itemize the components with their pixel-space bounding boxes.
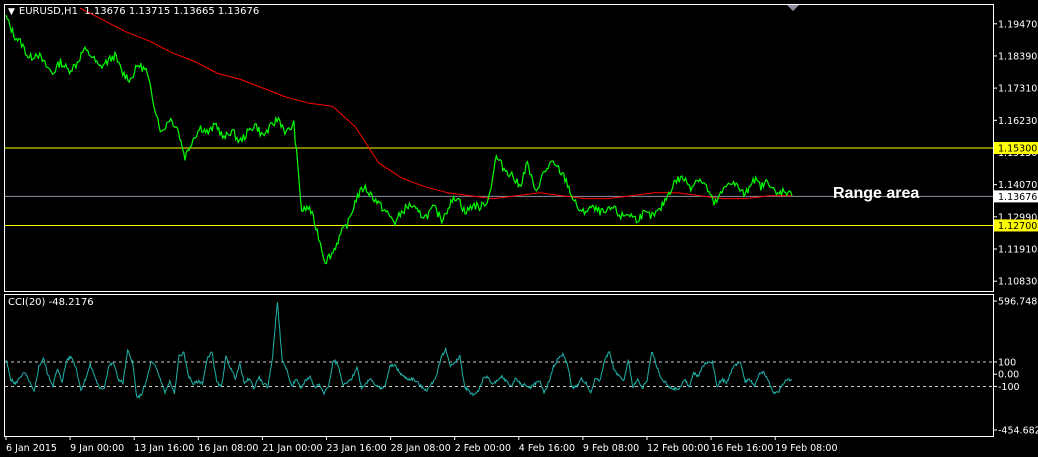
time-tick-label: 13 Jan 16:00: [134, 443, 194, 454]
symbol-info: ▼ EURUSD,H1 1.13676 1.13715 1.13665 1.136…: [8, 6, 259, 17]
cci-tick-label: -100: [998, 382, 1020, 393]
indicator-chart-frame: [4, 294, 994, 437]
price-tick-label: 1.11910: [998, 244, 1037, 255]
shift-marker-icon[interactable]: [787, 5, 799, 11]
time-tick-label: 2 Feb 00:00: [455, 443, 511, 454]
time-tick-label: 12 Feb 00:00: [647, 443, 709, 454]
time-axis: 6 Jan 2015 9 Jan 00:00 13 Jan 16:00 16 Jan …: [5, 436, 838, 454]
price-tick-label: 1.16230: [998, 116, 1037, 127]
cci-tick-label: -454.6828: [998, 426, 1038, 437]
time-tick-label: 23 Jan 16:00: [327, 443, 387, 454]
price-tick-label: 1.17310: [998, 84, 1037, 95]
price-line: [5, 14, 793, 265]
time-tick-label: 19 Feb 08:00: [775, 443, 837, 454]
range-area-annotation: Range area: [833, 185, 920, 202]
time-tick-label: 21 Jan 00:00: [262, 443, 322, 454]
collapse-triangle-icon[interactable]: ▼: [8, 7, 15, 17]
cci-tick-label: 100: [998, 357, 1016, 368]
time-tick-label: 28 Jan 08:00: [391, 443, 451, 454]
price-tick-label: 1.19470: [998, 19, 1037, 30]
cci-indicator-label: CCI(20) -48.2176: [8, 297, 94, 308]
cci-group: 596.7485 100 0.00-100 -454.6828: [5, 297, 1038, 437]
price-tick-label: 1.10830: [998, 277, 1037, 288]
cci-line: [5, 302, 793, 400]
time-tick-label: 16 Jan 08:00: [198, 443, 258, 454]
time-tick-label: 9 Feb 08:00: [583, 443, 639, 454]
time-tick-label: 6 Jan 2015: [6, 443, 57, 454]
level-tag-label: 1.12700: [998, 221, 1037, 232]
time-tick-label: 9 Jan 00:00: [70, 443, 124, 454]
time-tick-label: 4 Feb 16:00: [519, 443, 575, 454]
ohlc-values: 1.13676 1.13715 1.13665 1.13676: [84, 6, 260, 17]
time-tick-label: 16 Feb 16:00: [711, 443, 773, 454]
cci-tick-label: 0.00: [998, 370, 1019, 381]
current-price-label: 1.13676: [998, 192, 1037, 203]
cci-tick-label: 596.7485: [998, 297, 1038, 308]
moving-average-line: [79, 7, 792, 200]
symbol-timeframe: EURUSD,H1: [18, 6, 78, 17]
price-tick-label: 1.18390: [998, 51, 1037, 62]
chart-canvas: 1.194701.183901.173101.162301.151501.140…: [4, 4, 1038, 454]
level-tag-label: 1.15300: [998, 144, 1037, 155]
price-tick-label: 1.14070: [998, 180, 1037, 191]
